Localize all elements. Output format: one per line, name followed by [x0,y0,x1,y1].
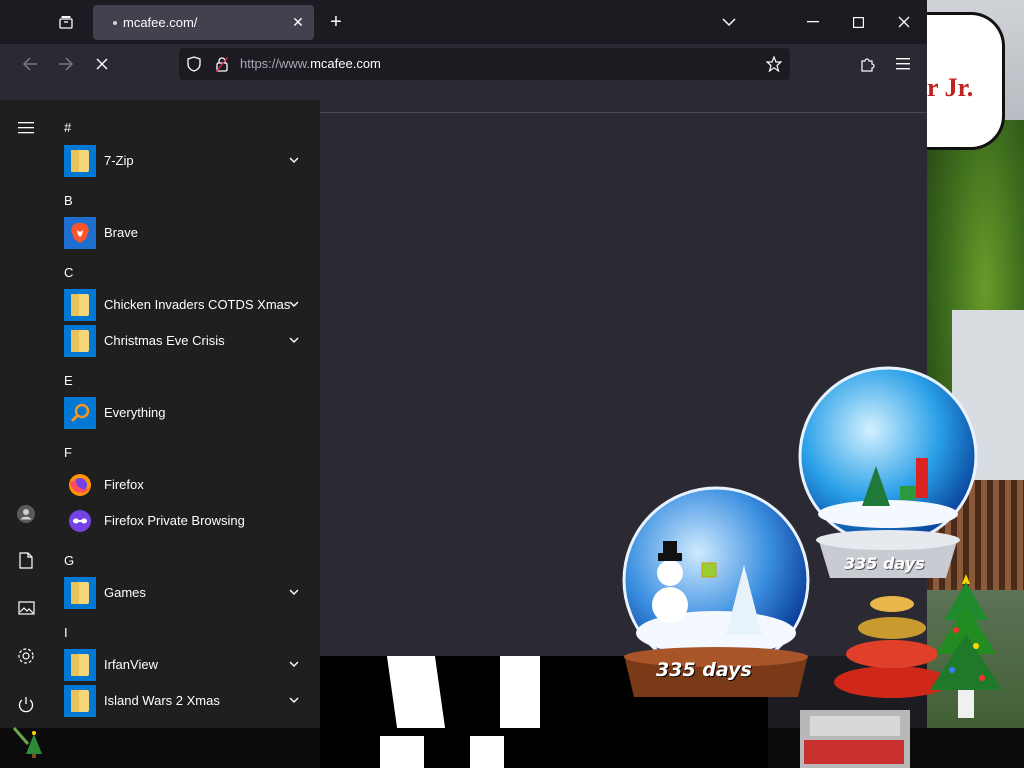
snow-globe-left-label: 335 days [656,659,752,681]
folder-icon [64,145,96,177]
app-label: Firefox [104,477,144,492]
back-arrow-icon[interactable] [20,54,40,74]
group-header-b[interactable]: B [64,193,73,208]
url-protocol: https://www. [240,56,311,71]
taskbar-tree-icon[interactable] [12,724,48,760]
app-label: IrfanView [104,657,158,672]
tab-mcafee[interactable]: mcafee.com/ ✕ [93,5,314,40]
documents-icon[interactable] [14,548,38,572]
magnifier-icon [64,397,96,429]
app-island-wars[interactable]: Island Wars 2 Xmas [60,684,312,718]
group-header-hash[interactable]: # [64,120,71,135]
app-7zip[interactable]: 7-Zip [60,144,312,178]
url-domain: mcafee.com [310,56,381,71]
start-menu-rail [0,100,52,728]
firefox-private-icon [64,505,96,537]
app-christmas-eve-crisis[interactable]: Christmas Eve Crisis [60,324,312,358]
settings-gear-icon[interactable] [14,644,38,668]
app-firefox-private[interactable]: Firefox Private Browsing [60,504,312,538]
desktop-speech-bubble: r Jr. [927,12,1005,150]
minimize-icon[interactable] [803,12,823,32]
app-label: Island Wars 2 Xmas [104,693,220,708]
group-header-c[interactable]: C [64,265,73,280]
stop-loading-icon[interactable] [92,54,112,74]
tab-bar: mcafee.com/ ✕ + [0,0,927,44]
chevron-down-icon[interactable] [286,692,302,708]
folder-icon [64,649,96,681]
group-header-f[interactable]: F [64,445,72,460]
app-label: Games [104,585,146,600]
close-window-icon[interactable] [894,12,914,32]
chevron-down-icon[interactable] [286,656,302,672]
folder-icon [64,577,96,609]
connection-lock-icon[interactable] [213,55,231,73]
red-decoration [800,710,910,768]
new-tab-icon[interactable]: + [326,11,346,33]
folder-icon [64,289,96,321]
snow-globe-right-label: 335 days [844,554,925,573]
chevron-down-icon[interactable] [286,152,302,168]
hamburger-menu-icon[interactable] [14,118,38,138]
app-everything[interactable]: Everything [60,396,312,430]
folder-icon [64,325,96,357]
power-icon[interactable] [14,692,38,716]
app-label: 7-Zip [104,153,134,168]
app-label: Brave [104,225,138,240]
maximize-icon[interactable] [848,12,868,32]
group-header-g[interactable]: G [64,553,74,568]
address-bar[interactable]: https://www.mcafee.com [179,48,790,80]
chevron-down-icon[interactable] [286,584,302,600]
pictures-icon[interactable] [14,596,38,620]
folder-icon [64,685,96,717]
forward-arrow-icon[interactable] [56,54,76,74]
app-label: Christmas Eve Crisis [104,333,225,348]
app-games[interactable]: Games [60,576,312,610]
tracking-shield-icon[interactable] [185,55,203,73]
list-tabs-chevron-icon[interactable] [719,12,739,32]
tab-loading-dot [113,21,117,25]
navigation-toolbar: https://www.mcafee.com [0,44,927,84]
brave-lion-icon [64,217,96,249]
app-label: Firefox Private Browsing [104,513,245,528]
app-irfanview[interactable]: IrfanView [60,648,312,682]
user-avatar-icon[interactable] [14,502,38,526]
chevron-down-icon[interactable] [286,296,302,312]
group-header-i[interactable]: I [64,625,68,640]
bookmark-star-icon[interactable] [765,55,783,73]
snow-globe-santa: 335 days [796,366,980,586]
chevron-down-icon[interactable] [286,332,302,348]
url-text[interactable]: https://www.mcafee.com [240,56,381,71]
app-brave[interactable]: Brave [60,216,312,250]
tab-close-icon[interactable]: ✕ [289,13,307,31]
tab-history-icon[interactable] [56,12,76,32]
snow-globe-snowman: 335 days [614,485,818,703]
app-menu-icon[interactable] [893,54,913,74]
group-header-e[interactable]: E [64,373,73,388]
speech-bubble-text: r Jr. [927,73,974,102]
extensions-puzzle-icon[interactable] [857,54,877,74]
app-firefox[interactable]: Firefox [60,468,312,502]
start-menu-app-list: # 7-Zip B Brave C Chicken Invaders COTDS… [52,100,320,728]
app-label: Chicken Invaders COTDS Xmas [104,297,291,312]
christmas-tree-icon [926,570,1006,720]
app-chicken-invaders[interactable]: Chicken Invaders COTDS Xmas [60,288,312,322]
app-label: Everything [104,405,166,420]
firefox-icon [64,469,96,501]
tab-title: mcafee.com/ [123,15,198,30]
